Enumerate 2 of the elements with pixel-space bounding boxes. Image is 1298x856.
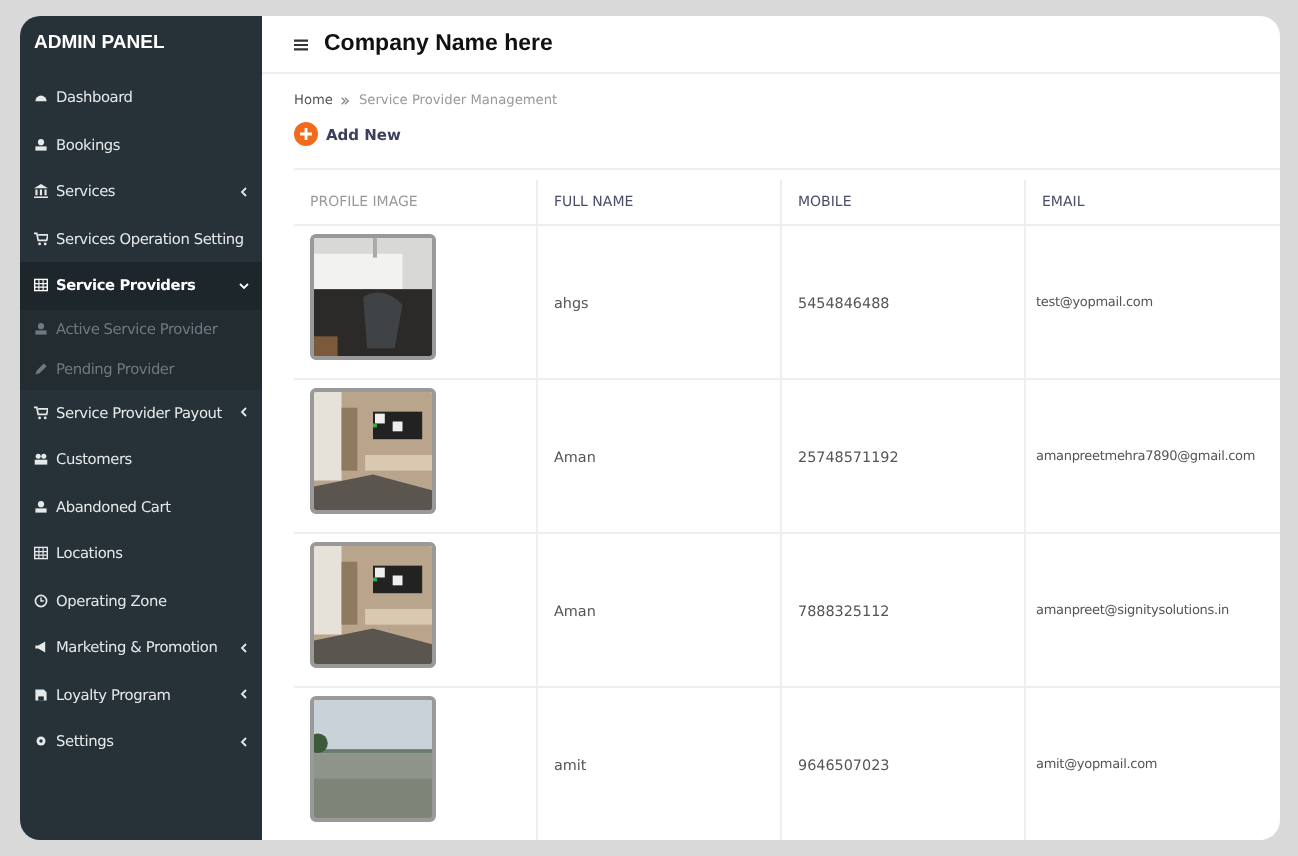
app-title: ADMIN PANEL [32, 30, 167, 58]
page-title: Company Name here [324, 32, 553, 56]
